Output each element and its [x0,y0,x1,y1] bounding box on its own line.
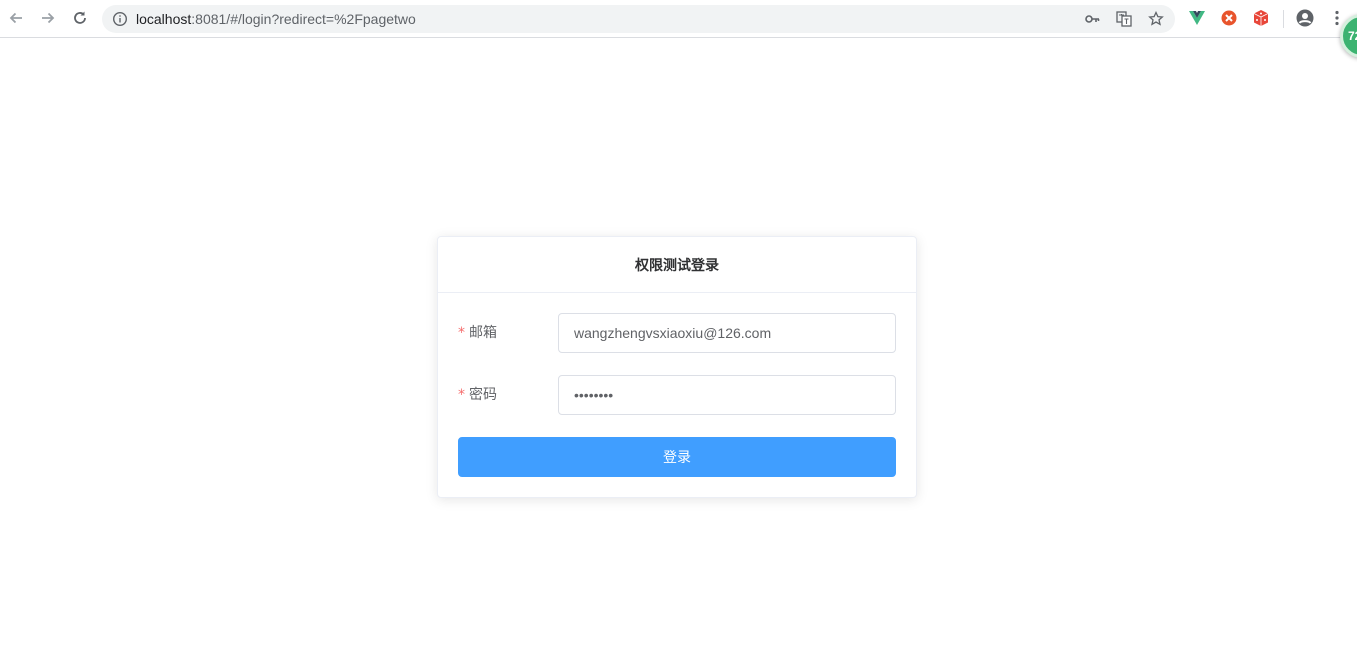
arrow-right-icon [42,12,55,24]
account-icon[interactable] [1296,9,1314,27]
url-text: localhost:8081/#/login?redirect=%2Fpaget… [136,10,416,28]
password-label-text: 密码 [469,387,497,403]
vue-devtools-icon[interactable] [1188,9,1206,27]
translate-icon[interactable] [1116,11,1132,27]
url-host: localhost [136,11,192,27]
extension-dice-icon[interactable] [1252,9,1270,27]
password-label: * 密码 [458,375,497,415]
reload-icon [74,11,86,24]
info-icon[interactable] [112,11,128,27]
email-label-text: 邮箱 [469,325,497,341]
email-field[interactable] [558,313,896,353]
required-mark: * [458,325,465,341]
arrow-left-icon [9,12,22,24]
address-bar[interactable]: localhost:8081/#/login?redirect=%2Fpaget… [102,5,1175,33]
login-card: 权限测试登录 *邮箱 *密码 登录 [437,236,917,498]
toolbar-divider [1283,10,1284,28]
url-path: :8081/#/login?redirect=%2Fpagetwo [191,11,416,27]
card-header: 权限测试登录 [438,237,916,293]
forward-button[interactable] [37,7,59,29]
browser-toolbar: localhost:8081/#/login?redirect=%2Fpaget… [0,0,1357,58]
extension-red-icon[interactable] [1220,9,1238,27]
bookmark-star-icon[interactable] [1148,11,1164,27]
email-label: * 邮箱 [458,313,497,353]
key-icon[interactable] [1084,11,1100,27]
login-button[interactable]: 登录 [458,437,896,477]
password-field[interactable] [558,375,896,415]
back-button[interactable] [5,7,27,29]
required-mark: * [458,387,465,403]
email-row: * 邮箱 [458,313,896,353]
password-row: * 密码 [458,375,896,415]
login-title: 权限测试登录 [635,257,719,274]
reload-button[interactable] [69,7,91,29]
